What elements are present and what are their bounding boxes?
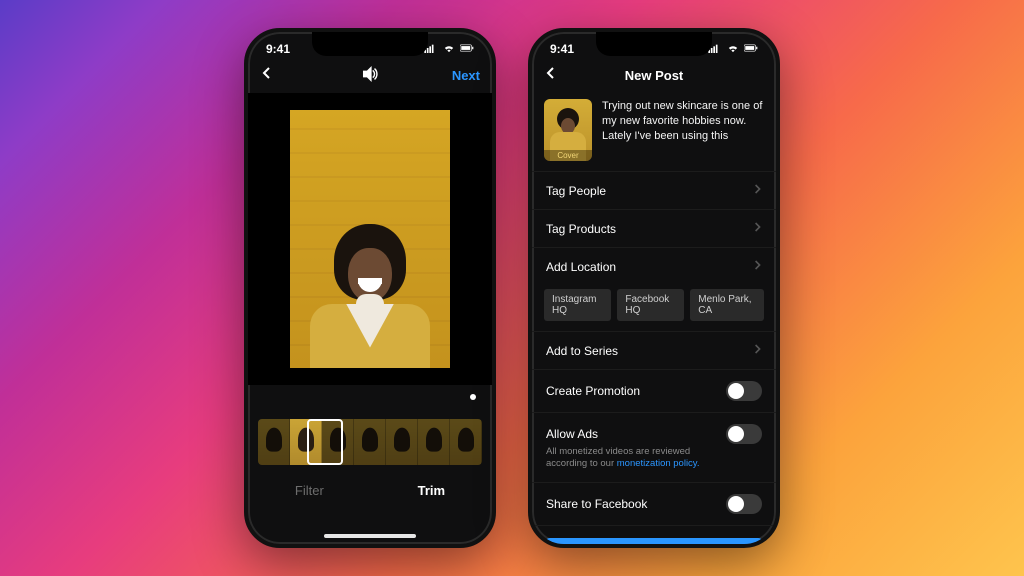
- power-button: [495, 182, 496, 246]
- chevron-right-icon: [754, 343, 762, 358]
- toggle-share-facebook[interactable]: [726, 494, 762, 514]
- row-tag-products[interactable]: Tag Products: [532, 210, 776, 248]
- power-button: [779, 182, 780, 246]
- wifi-icon: [726, 42, 740, 56]
- editor-tabs: Filter Trim: [248, 473, 492, 504]
- trim-timeline[interactable]: [248, 409, 492, 473]
- row-allow-ads: Allow Ads All monetized videos are revie…: [532, 413, 776, 483]
- chevron-right-icon: [754, 259, 762, 274]
- battery-icon: [460, 42, 474, 56]
- video-preview[interactable]: [248, 93, 492, 385]
- status-time: 9:41: [550, 42, 574, 56]
- row-add-to-series[interactable]: Add to Series: [532, 332, 776, 370]
- wifi-icon: [442, 42, 456, 56]
- volume-up-button: [528, 172, 529, 218]
- back-button[interactable]: [260, 66, 274, 85]
- monetization-policy-link[interactable]: monetization policy.: [617, 458, 700, 469]
- cover-label: Cover: [544, 150, 592, 161]
- battery-icon: [744, 42, 758, 56]
- progress-dot[interactable]: [470, 394, 476, 400]
- nav-bar: New Post: [532, 60, 776, 93]
- next-button[interactable]: Next: [452, 68, 480, 83]
- row-label: Tag Products: [546, 222, 616, 236]
- mute-switch: [528, 132, 529, 160]
- allow-ads-subtext: All monetized videos are reviewed accord…: [546, 446, 706, 471]
- back-button[interactable]: [544, 66, 558, 85]
- phone-new-post: 9:41 New Post Cover Trying out new skinc…: [528, 28, 780, 548]
- cover-thumbnail[interactable]: Cover: [544, 99, 592, 161]
- location-chip[interactable]: Instagram HQ: [544, 289, 611, 321]
- toggle-allow-ads[interactable]: [726, 424, 762, 444]
- row-label: Tag People: [546, 184, 606, 198]
- location-suggestions: Instagram HQ Facebook HQ Menlo Park, CA: [532, 285, 776, 332]
- volume-down-button: [244, 228, 245, 274]
- volume-up-button: [244, 172, 245, 218]
- row-label: Share to Facebook: [546, 497, 647, 511]
- tab-trim[interactable]: Trim: [418, 483, 445, 498]
- location-chip[interactable]: Facebook HQ: [617, 289, 684, 321]
- video-frame: [290, 110, 450, 368]
- tab-filter[interactable]: Filter: [295, 483, 324, 498]
- page-title: New Post: [625, 68, 684, 83]
- row-create-promotion: Create Promotion: [532, 370, 776, 413]
- row-label: Create Promotion: [546, 384, 640, 398]
- row-share-facebook: Share to Facebook: [532, 483, 776, 526]
- toggle-create-promotion[interactable]: [726, 381, 762, 401]
- caption-input[interactable]: Trying out new skincare is one of my new…: [602, 99, 764, 161]
- row-label: Add Location: [546, 260, 616, 274]
- row-label: Add to Series: [546, 344, 618, 358]
- share-button[interactable]: Share: [544, 538, 764, 548]
- playback-controls: [248, 385, 492, 409]
- row-tag-people[interactable]: Tag People: [532, 172, 776, 210]
- chevron-right-icon: [754, 221, 762, 236]
- sound-icon[interactable]: [361, 65, 379, 86]
- mute-switch: [244, 132, 245, 160]
- notch: [596, 32, 712, 56]
- home-indicator[interactable]: [324, 534, 416, 538]
- notch: [312, 32, 428, 56]
- location-chip[interactable]: Menlo Park, CA: [690, 289, 764, 321]
- status-time: 9:41: [266, 42, 290, 56]
- chevron-right-icon: [754, 183, 762, 198]
- nav-bar: Next: [248, 60, 492, 93]
- volume-down-button: [528, 228, 529, 274]
- caption-section: Cover Trying out new skincare is one of …: [532, 93, 776, 172]
- row-add-location[interactable]: Add Location: [532, 248, 776, 285]
- phone-edit: 9:41 Next: [244, 28, 496, 548]
- row-label: Allow Ads: [546, 427, 598, 441]
